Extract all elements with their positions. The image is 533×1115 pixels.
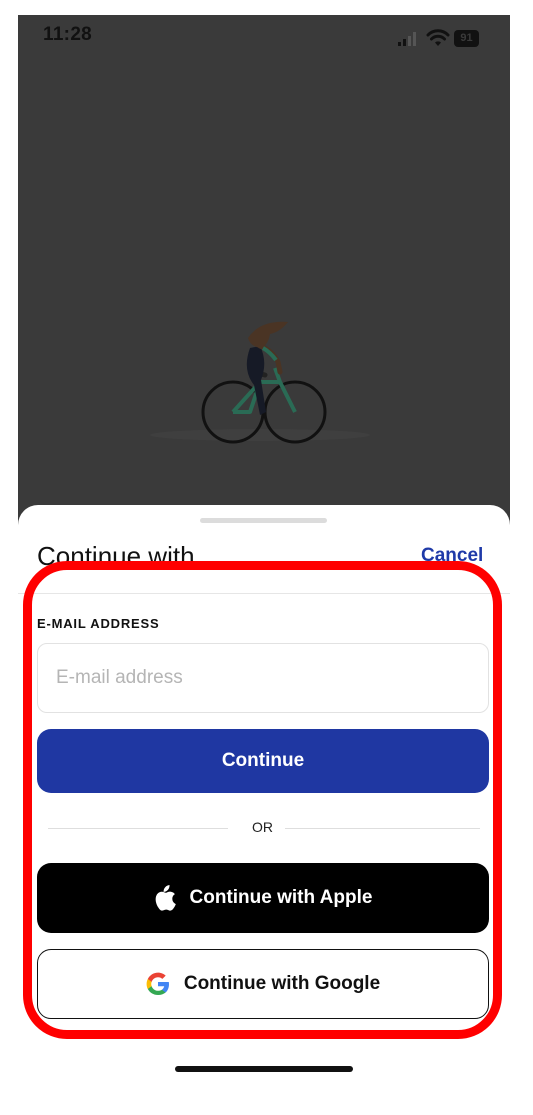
email-field[interactable] <box>37 643 489 713</box>
apple-icon <box>155 885 176 911</box>
dimmed-background[interactable] <box>18 15 510 545</box>
divider-line-right <box>285 828 480 829</box>
or-divider: OR <box>48 819 480 839</box>
bottom-sheet <box>18 505 510 1115</box>
apple-button-label: Continue with Apple <box>189 887 373 908</box>
google-icon <box>146 972 169 995</box>
or-text: OR <box>252 819 273 835</box>
continue-with-apple-button[interactable]: Continue with Apple <box>37 863 489 933</box>
email-label: E-MAIL ADDRESS <box>37 616 160 631</box>
cancel-button[interactable]: Cancel <box>421 545 483 567</box>
google-button-label: Continue with Google <box>183 973 381 994</box>
sheet-grabber[interactable] <box>200 518 327 523</box>
cyclist-illustration <box>150 321 370 444</box>
screen: 11:28 91 Continue with Cancel E-MAIL ADD… <box>0 0 533 1115</box>
signal-icon <box>398 32 416 46</box>
wifi-icon <box>426 29 450 46</box>
status-icons: 91 <box>398 28 488 50</box>
divider-line-left <box>48 828 228 829</box>
battery-indicator: 91 <box>454 30 479 47</box>
continue-with-google-button[interactable]: Continue with Google <box>37 949 489 1019</box>
continue-button[interactable]: Continue <box>37 729 489 793</box>
sheet-title: Continue with <box>37 541 195 571</box>
home-indicator[interactable] <box>175 1066 353 1072</box>
status-time: 11:28 <box>43 24 93 45</box>
header-divider <box>18 593 510 594</box>
